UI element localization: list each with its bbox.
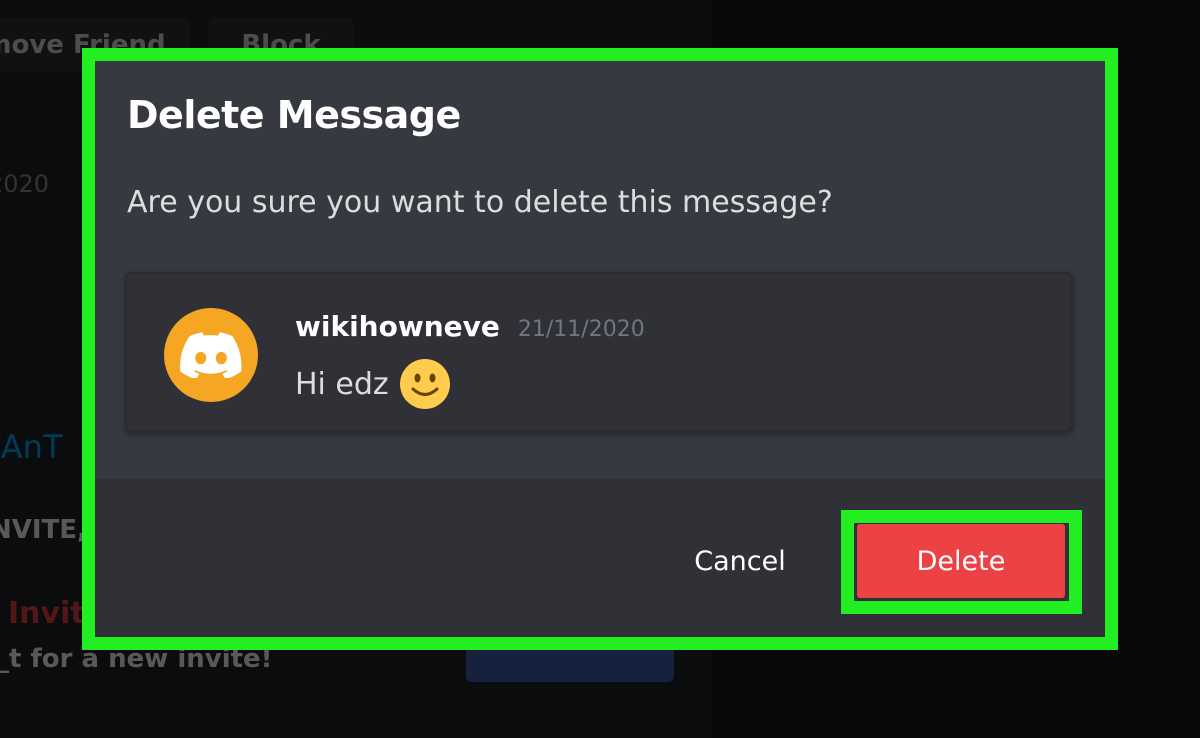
background-invite-title: Invit xyxy=(8,596,85,631)
background-invite-text: NVITE, xyxy=(0,515,87,545)
background-date: 2020 xyxy=(0,170,50,198)
background-link: /AnT xyxy=(0,428,63,466)
screen: move Friend Block 2020 /AnT NVITE, Invit… xyxy=(0,0,1200,738)
delete-highlight-frame xyxy=(841,510,1082,614)
